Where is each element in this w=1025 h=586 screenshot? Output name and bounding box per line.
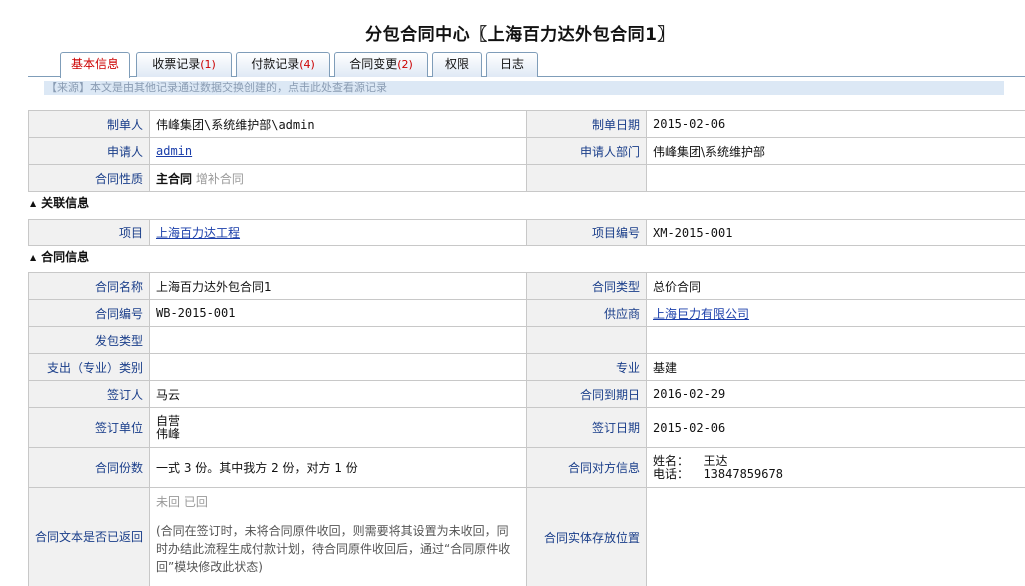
tab-contract-changes[interactable]: 合同变更(2) [334, 52, 428, 77]
maker-label: 制单人 [28, 110, 150, 138]
nature-main: 主合同 [156, 171, 193, 186]
expense-category-value [149, 353, 527, 381]
related-info-section[interactable]: ▲ 关联信息 [30, 194, 89, 212]
tab-label: 日志 [499, 57, 524, 71]
maker-value: 伟峰集团\系统维护部\admin [149, 110, 527, 138]
contract-type-label: 合同类型 [526, 272, 647, 300]
applicant-dept-label: 申请人部门 [526, 137, 647, 165]
tab-label: 合同变更 [349, 57, 398, 71]
returned-no-option[interactable]: 未回 [156, 495, 180, 509]
applicant-label: 申请人 [28, 137, 150, 165]
nature-supplement: 增补合同 [195, 171, 244, 186]
contract-no-label: 合同编号 [28, 299, 150, 327]
contract-info-section[interactable]: ▲ 合同信息 [30, 248, 89, 266]
tab-log[interactable]: 日志 [486, 52, 538, 77]
copies-value: 一式 3 份。其中我方 2 份，对方 1 份 [149, 447, 527, 488]
subcontract-type-value [149, 326, 527, 354]
sign-date-label: 签订日期 [526, 407, 647, 448]
returned-yes-option[interactable]: 已回 [184, 495, 208, 509]
storage-value [646, 487, 1025, 586]
sign-date-value: 2015-02-06 [646, 407, 1025, 448]
make-date-value: 2015-02-06 [646, 110, 1025, 138]
storage-label: 合同实体存放位置 [526, 487, 647, 586]
major-value: 基建 [646, 353, 1025, 381]
sign-unit-label: 签订单位 [28, 407, 150, 448]
basic-info-table: 制单人 伟峰集团\系统维护部\admin 制单日期 2015-02-06 申请人… [28, 110, 1025, 192]
counterparty-name: 姓名： 王达 [653, 453, 728, 468]
returned-value: 未回 已回 (合同在签订时，未将合同原件收回，则需要将其设置为未收回，同时办结此… [149, 487, 527, 586]
sign-unit-line: 伟峰 [156, 426, 181, 441]
counterparty-value: 姓名： 王达 电话： 13847859678 [646, 447, 1025, 488]
tab-label: 收票记录 [152, 57, 201, 71]
returned-options: 未回 已回 [156, 493, 518, 510]
signer-value: 马云 [149, 380, 527, 408]
project-no-label: 项目编号 [526, 219, 647, 246]
tab-payment-records[interactable]: 付款记录(4) [236, 52, 330, 77]
returned-hint: (合同在签订时，未将合同原件收回，则需要将其设置为未收回，同时办结此流程生成付款… [156, 524, 511, 574]
supplier-link[interactable]: 上海巨力有限公司 [653, 307, 749, 321]
empty-label [526, 164, 647, 192]
sign-unit-value: 自营 伟峰 [149, 407, 527, 448]
source-record-link[interactable]: 【来源】本文是由其他记录通过数据交换创建的，点击此处查看源记录 [44, 81, 1004, 95]
tab-label: 基本信息 [70, 57, 119, 71]
tab-permissions[interactable]: 权限 [432, 52, 482, 77]
section-title: 关联信息 [41, 196, 90, 210]
returned-label: 合同文本是否已返回 [28, 487, 150, 586]
empty-value [646, 326, 1025, 354]
contract-name-value: 上海百力达外包合同1 [149, 272, 527, 300]
page-title: 分包合同中心〖上海百力达外包合同1〗 [365, 25, 675, 45]
major-label: 专业 [526, 353, 647, 381]
project-link[interactable]: 上海百力达工程 [156, 226, 240, 240]
empty-value [646, 164, 1025, 192]
tab-bar: 基本信息 收票记录(1) 付款记录(4) 合同变更(2) 权限 日志 [28, 52, 1025, 78]
nature-label: 合同性质 [28, 164, 150, 192]
sign-unit-line: 自营 [156, 413, 181, 428]
copies-label: 合同份数 [28, 447, 150, 488]
contract-type-value: 总价合同 [646, 272, 1025, 300]
tab-count: (2) [397, 58, 413, 71]
project-label: 项目 [28, 219, 150, 246]
due-date-label: 合同到期日 [526, 380, 647, 408]
due-date-value: 2016-02-29 [646, 380, 1025, 408]
contract-no-value: WB-2015-001 [149, 299, 527, 327]
collapse-triangle-icon: ▲ [30, 253, 37, 262]
contract-page: 分包合同中心〖上海百力达外包合同1〗 基本信息 收票记录(1) 付款记录(4) … [0, 0, 1025, 586]
expense-category-label: 支出（专业）类别 [28, 353, 150, 381]
supplier-label: 供应商 [526, 299, 647, 327]
contract-info-table: 合同名称 上海百力达外包合同1 合同类型 总价合同 合同编号 WB-2015-0… [28, 272, 1025, 586]
tab-count: (4) [299, 58, 315, 71]
tab-count: (1) [200, 58, 216, 71]
section-title: 合同信息 [41, 250, 90, 264]
tab-label: 权限 [444, 57, 469, 71]
project-no-value: XM-2015-001 [646, 219, 1025, 246]
make-date-label: 制单日期 [526, 110, 647, 138]
tab-label: 付款记录 [251, 57, 300, 71]
subcontract-type-label: 发包类型 [28, 326, 150, 354]
tab-basic-info[interactable]: 基本信息 [60, 52, 130, 78]
counterparty-label: 合同对方信息 [526, 447, 647, 488]
applicant-link[interactable]: admin [156, 144, 192, 158]
tab-invoice-records[interactable]: 收票记录(1) [136, 52, 232, 77]
applicant-dept-value: 伟峰集团\系统维护部 [646, 137, 1025, 165]
signer-label: 签订人 [28, 380, 150, 408]
contract-name-label: 合同名称 [28, 272, 150, 300]
counterparty-phone: 电话： 13847859678 [653, 466, 783, 481]
nature-value: 主合同 增补合同 [149, 164, 527, 192]
related-info-table: 项目 上海百力达工程 项目编号 XM-2015-001 [28, 219, 1025, 246]
collapse-triangle-icon: ▲ [30, 199, 37, 208]
empty-label [526, 326, 647, 354]
